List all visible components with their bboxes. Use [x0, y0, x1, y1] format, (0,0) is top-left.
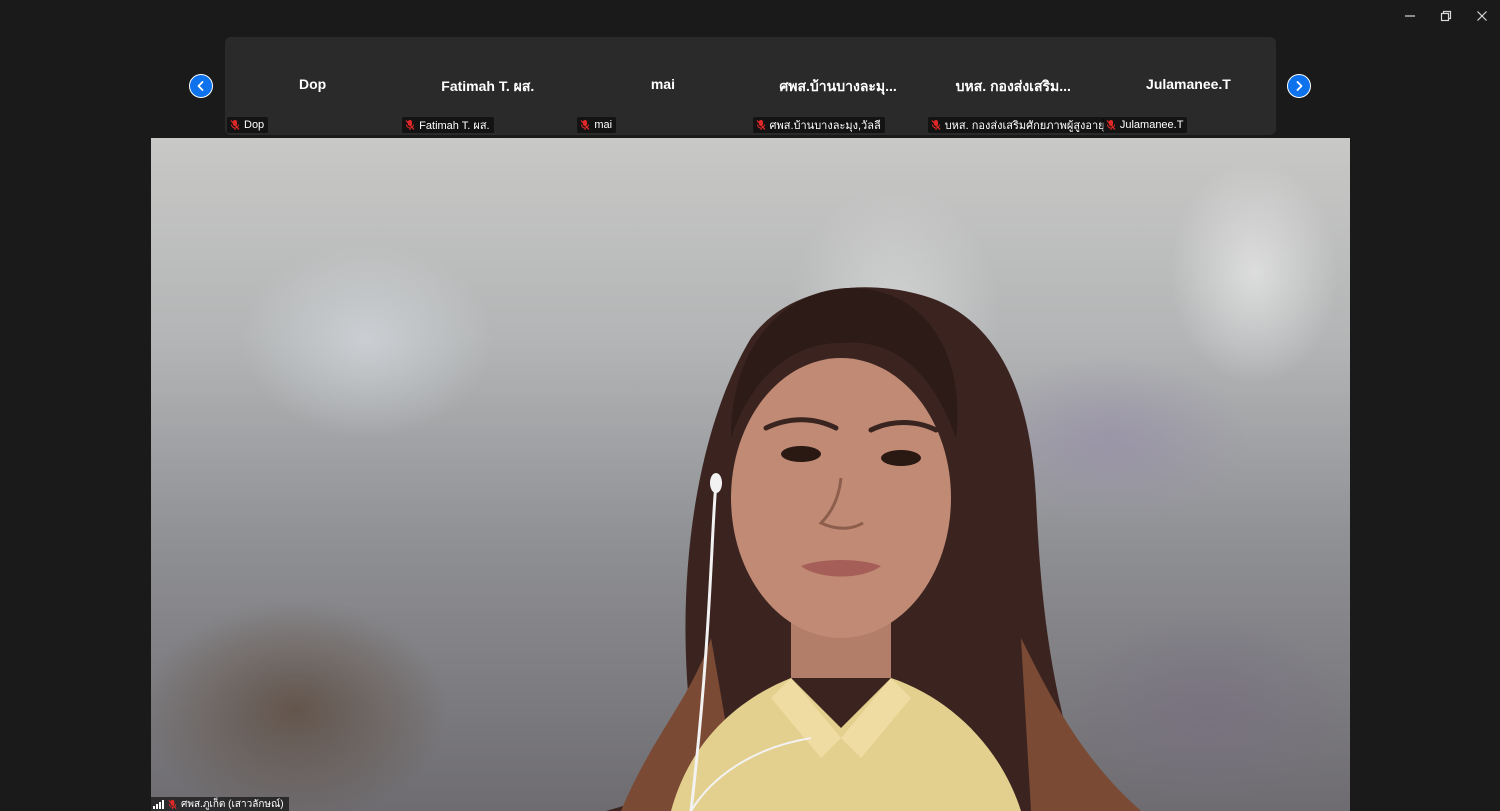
- signal-icon: [153, 799, 164, 809]
- participant-label: Dop: [227, 117, 269, 133]
- participant-label-text: Dop: [244, 119, 265, 131]
- mic-off-icon: [580, 120, 590, 130]
- close-icon[interactable]: [1464, 0, 1500, 32]
- mic-off-icon: [1106, 120, 1116, 130]
- participant-strip: Dop Dop Fatimah T. ผส. Fatimah T. ผส. ma…: [225, 37, 1276, 135]
- participant-label-text: mai: [594, 119, 613, 131]
- participant-name: mai: [650, 76, 675, 92]
- mic-off-icon: [756, 120, 766, 130]
- chevron-right-icon: [1296, 81, 1303, 91]
- participant-label-text: Julamanee.T: [1119, 119, 1184, 131]
- mic-off-icon: [230, 120, 240, 130]
- participant-tile[interactable]: Fatimah T. ผส. Fatimah T. ผส.: [400, 37, 575, 135]
- participant-tile[interactable]: ศพส.บ้านบางละมุ... ศพส.บ้านบางละมุง,วัลล…: [751, 37, 926, 135]
- participant-label-text: Fatimah T. ผส.: [419, 120, 490, 132]
- next-page-button[interactable]: [1287, 74, 1311, 98]
- speaker-label-text: ศพส.ภูเก็ต (เสาวลักษณ์): [181, 798, 284, 810]
- active-speaker-video[interactable]: [151, 138, 1350, 811]
- speaker-video-frame: [606, 287, 1141, 811]
- mic-off-icon: [168, 799, 177, 809]
- window-controls: [1392, 0, 1500, 32]
- participant-label: Fatimah T. ผส.: [402, 117, 494, 133]
- mic-off-icon: [405, 120, 415, 130]
- participant-name: Dop: [298, 76, 327, 92]
- participant-name: ศพส.บ้านบางละมุ...: [779, 78, 897, 94]
- participant-label: mai: [577, 117, 617, 133]
- participant-label-text: บหส. กองส่งเสริมศักยภาพผู้สูงอายุ: [944, 120, 1104, 132]
- participant-label-text: ศพส.บ้านบางละมุง,วัลลี: [769, 120, 881, 132]
- participant-label: บหส. กองส่งเสริมศักยภาพผู้สูงอายุ: [927, 117, 1104, 133]
- speaker-label: ศพส.ภูเก็ต (เสาวลักษณ์): [151, 797, 289, 811]
- participant-label: Julamanee.T: [1102, 117, 1188, 133]
- minimize-icon[interactable]: [1392, 0, 1428, 32]
- participant-tile[interactable]: Dop Dop: [225, 37, 400, 135]
- mic-off-icon: [931, 120, 941, 130]
- participant-tile[interactable]: บหส. กองส่งเสริม... บหส. กองส่งเสริมศักย…: [926, 37, 1104, 135]
- prev-page-button[interactable]: [189, 74, 213, 98]
- restore-icon[interactable]: [1428, 0, 1464, 32]
- participant-name: Fatimah T. ผส.: [441, 78, 535, 94]
- participant-tile[interactable]: Julamanee.T Julamanee.T: [1101, 37, 1276, 135]
- participant-tile[interactable]: mai mai: [575, 37, 750, 135]
- participant-name: Julamanee.T: [1146, 76, 1231, 92]
- participant-label: ศพส.บ้านบางละมุง,วัลลี: [752, 117, 885, 133]
- meeting-window: Dop Dop Fatimah T. ผส. Fatimah T. ผส. ma…: [0, 0, 1500, 811]
- participant-name: บหส. กองส่งเสริม...: [955, 78, 1071, 94]
- chevron-left-icon: [197, 81, 204, 91]
